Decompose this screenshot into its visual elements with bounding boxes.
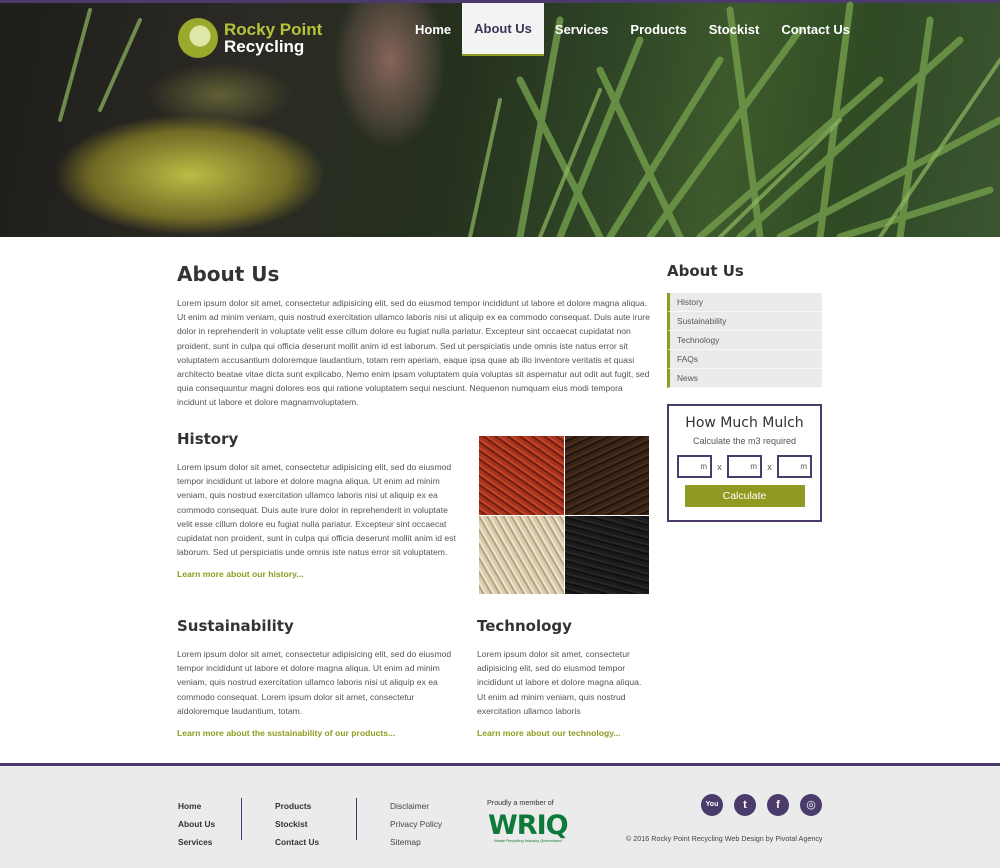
footer-link-about-us[interactable]: About Us (178, 815, 215, 833)
main-nav: Home About Us Services Products Stockist… (404, 3, 861, 56)
history-section: History Lorem ipsum dolor sit amet, cons… (177, 430, 463, 579)
footer-link-services[interactable]: Services (178, 833, 215, 851)
leaf-logo-icon (178, 18, 218, 58)
membership-caption: Proudly a member of (487, 798, 554, 807)
site-logo[interactable]: Rocky Point Recycling (178, 18, 328, 60)
logo-text-line2: Recycling (224, 37, 305, 56)
calculator-subtitle: Calculate the m3 required (692, 436, 797, 446)
history-link[interactable]: Learn more about our history... (177, 569, 463, 579)
wriq-logo-subtitle: Waste Recycling Industry Queensland (494, 838, 562, 843)
nav-about-us[interactable]: About Us (462, 3, 544, 56)
footer-divider (356, 798, 357, 840)
intro-paragraph: Lorem ipsum dolor sit amet, consectetur … (177, 298, 650, 408)
wriq-logo[interactable]: WRIQ (488, 810, 569, 841)
technology-link[interactable]: Learn more about our technology... (477, 728, 647, 738)
page-title: About Us (177, 262, 280, 286)
sustainability-title: Sustainability (177, 617, 294, 635)
footer-links-col2: Products Stockist Contact Us (275, 797, 319, 851)
footer-link-contact-us[interactable]: Contact Us (275, 833, 319, 851)
sidebar: About Us History Sustainability Technolo… (667, 262, 822, 388)
sidebar-item-history[interactable]: History (667, 293, 822, 312)
depth-input[interactable]: m (777, 455, 812, 478)
footer-divider (241, 798, 242, 840)
multiply-sign: x (767, 461, 772, 472)
nav-contact-us[interactable]: Contact Us (770, 3, 861, 56)
sidebar-item-news[interactable]: News (667, 369, 822, 388)
twitter-icon[interactable]: t (734, 794, 756, 816)
footer-links-col3: Disclaimer Privacy Policy Sitemap (390, 797, 442, 851)
main-content: About Us Lorem ipsum dolor sit amet, con… (177, 262, 650, 738)
youtube-icon[interactable]: You (701, 794, 723, 816)
copyright-text: © 2016 Rocky Point Recycling Web Design … (626, 834, 823, 843)
calculate-button[interactable]: Calculate (684, 485, 805, 507)
nav-products[interactable]: Products (619, 3, 697, 56)
calculator-title: How Much Mulch (685, 415, 804, 431)
brown-mulch-tile (564, 436, 649, 515)
width-input[interactable]: m (727, 455, 762, 478)
sidebar-item-technology[interactable]: Technology (667, 331, 822, 350)
history-title: History (177, 430, 239, 448)
footer-links-col1: Home About Us Services (178, 797, 215, 851)
footer-link-home[interactable]: Home (178, 797, 215, 815)
footer-link-sitemap[interactable]: Sitemap (390, 833, 442, 851)
social-links: You t f ◎ (701, 794, 822, 816)
sustainability-section: Sustainability Lorem ipsum dolor sit ame… (177, 617, 463, 738)
calculator-inputs: m x m x m (669, 455, 820, 478)
nav-services[interactable]: Services (544, 3, 620, 56)
nav-stockist[interactable]: Stockist (698, 3, 771, 56)
nav-home[interactable]: Home (404, 3, 462, 56)
footer: Home About Us Services Products Stockist… (0, 763, 1000, 868)
footer-link-products[interactable]: Products (275, 797, 319, 815)
sustainability-link[interactable]: Learn more about the sustainability of o… (177, 728, 463, 738)
natural-mulch-tile (479, 515, 564, 594)
sidebar-title: About Us (667, 262, 744, 280)
technology-title: Technology (477, 617, 572, 635)
instagram-icon[interactable]: ◎ (800, 794, 822, 816)
mulch-image (479, 436, 649, 594)
length-input[interactable]: m (677, 455, 712, 478)
sidebar-item-faqs[interactable]: FAQs (667, 350, 822, 369)
technology-section: Technology Lorem ipsum dolor sit amet, c… (477, 617, 647, 738)
technology-text: Lorem ipsum dolor sit amet, consectetur … (477, 649, 642, 716)
sustainability-text: Lorem ipsum dolor sit amet, consectetur … (177, 649, 452, 716)
footer-link-stockist[interactable]: Stockist (275, 815, 319, 833)
history-text: Lorem ipsum dolor sit amet, consectetur … (177, 462, 456, 558)
facebook-icon[interactable]: f (767, 794, 789, 816)
red-mulch-tile (479, 436, 564, 515)
footer-link-privacy-policy[interactable]: Privacy Policy (390, 815, 442, 833)
sidebar-menu: History Sustainability Technology FAQs N… (667, 293, 822, 388)
hero-header: Rocky Point Recycling Home About Us Serv… (0, 0, 1000, 237)
multiply-sign: x (717, 461, 722, 472)
sidebar-item-sustainability[interactable]: Sustainability (667, 312, 822, 331)
footer-link-disclaimer[interactable]: Disclaimer (390, 797, 442, 815)
mulch-calculator: How Much Mulch Calculate the m3 required… (667, 404, 822, 522)
black-mulch-tile (564, 515, 649, 594)
